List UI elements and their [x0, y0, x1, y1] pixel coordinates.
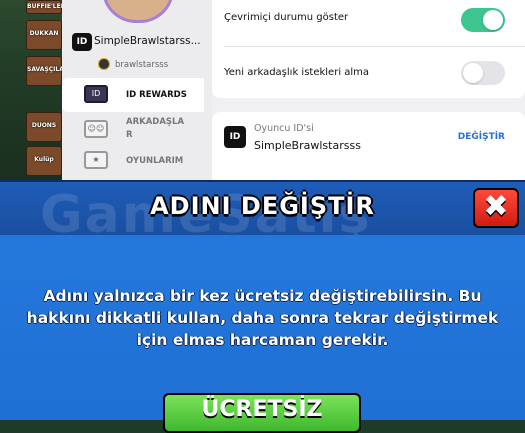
id-badge-icon: ID	[72, 33, 92, 51]
avatar	[102, 0, 174, 23]
id-card-icon: ID	[84, 85, 108, 103]
dialog-message: Adını yalnızca bir kez ücretsiz değiştir…	[26, 287, 499, 349]
player-id-label: Oyuncu ID'si	[254, 123, 314, 134]
sidebar-item-label: ID REWARDS	[126, 90, 187, 100]
privacy-card: Çevrimiçi durumu göster Yeni arkadaşlık …	[212, 0, 525, 98]
games-icon: ★	[84, 151, 108, 169]
toggle-knob	[483, 10, 503, 30]
friend-requests-label: Yeni arkadaşlık istekleri alma	[224, 67, 370, 78]
profile-handle: brawlstarsss	[115, 60, 169, 70]
close-icon: ✖	[483, 189, 509, 224]
sidebar-item-label: OYUNLARIM	[126, 156, 184, 166]
profile-username: SimpleBrawlstarss...	[94, 35, 201, 47]
friend-requests-toggle[interactable]	[461, 61, 505, 85]
toggle-knob	[463, 63, 483, 83]
divider	[224, 46, 525, 47]
change-id-link[interactable]: DEĞİŞTİR	[458, 132, 505, 142]
sidebar-item-label: ARKADAŞLA R	[126, 117, 185, 140]
id-badge-icon: ID	[224, 126, 246, 148]
game-tile-club[interactable]: Kulüp	[26, 146, 62, 176]
profile-sidebar: ID SimpleBrawlstarss... brawlstarsss ID …	[62, 0, 212, 180]
sidebar-item-games[interactable]: ★ OYUNLARIM	[62, 144, 204, 178]
friends-icon: ☺☺	[84, 120, 108, 138]
free-rename-button[interactable]: ÜCRETSİZ	[163, 393, 361, 433]
game-tile-shop[interactable]: DUKKAN	[26, 20, 62, 50]
player-id-value: SimpleBrawlstarsss	[254, 139, 361, 152]
online-status-label: Çevrimiçi durumu göster	[224, 12, 349, 23]
dialog-title: ADINI DEĞİŞTİR	[150, 192, 375, 220]
game-tile-brawlers[interactable]: BUFFIE'LER	[26, 0, 65, 14]
skull-icon	[98, 58, 110, 70]
game-tile-warriors[interactable]: SAVAŞÇILAR	[26, 56, 68, 86]
sidebar-item-friends[interactable]: ☺☺ ARKADAŞLA R	[62, 113, 204, 147]
sidebar-item-id-rewards[interactable]: ID ID REWARDS	[62, 78, 204, 112]
game-background: BUFFIE'LER DUKKAN SAVAŞÇILAR DUONS Kulüp	[0, 0, 68, 180]
settings-panel: Çevrimiçi durumu göster Yeni arkadaşlık …	[212, 0, 525, 180]
online-status-toggle[interactable]	[461, 8, 505, 32]
close-button[interactable]: ✖	[473, 188, 519, 228]
game-tile-duons[interactable]: DUONS	[26, 112, 62, 142]
player-id-card: ID Oyuncu ID'si SimpleBrawlstarsss DEĞİŞ…	[212, 112, 525, 180]
